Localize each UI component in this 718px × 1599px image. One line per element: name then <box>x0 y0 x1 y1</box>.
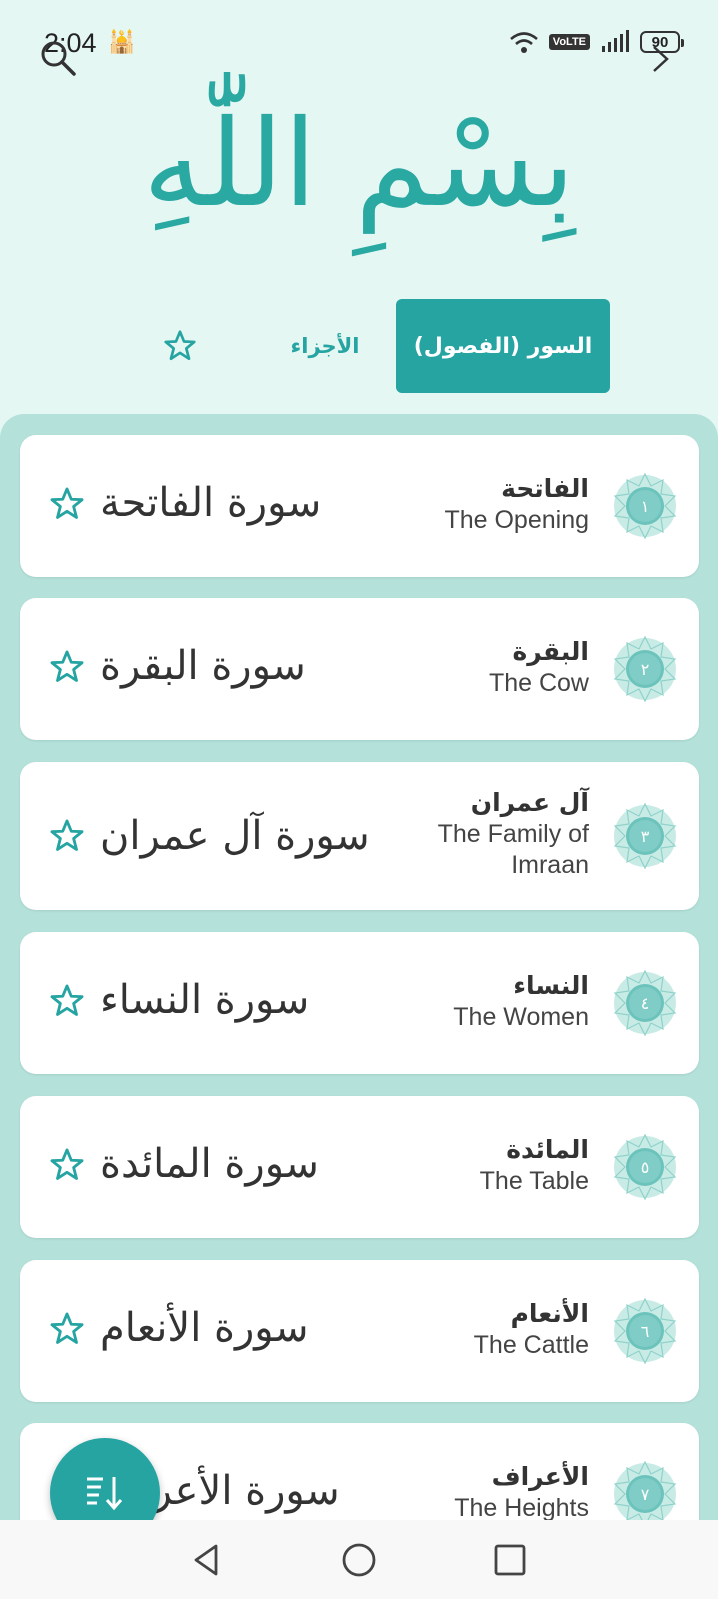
surah-name-arabic: الأعراف <box>491 1462 589 1491</box>
surah-list[interactable]: ١ الفاتحة The Opening سورة الفاتحة ٢ الب… <box>0 414 718 1534</box>
navigation-bar <box>0 1520 718 1599</box>
surah-name-english: The Women <box>453 1003 589 1031</box>
surah-name-english-line2: Imraan <box>511 851 589 879</box>
surah-calligraphy: سورة الأنعام <box>100 1305 309 1351</box>
surah-name-english: The Opening <box>444 506 589 534</box>
surah-number: ٦ <box>640 1321 650 1341</box>
favorite-star-icon[interactable] <box>48 982 86 1020</box>
surah-names: الأنعام The Cattle <box>474 1298 589 1361</box>
favorite-star-icon[interactable] <box>48 817 86 855</box>
surah-name-english: The Cow <box>488 669 589 697</box>
surah-number: ٢ <box>640 659 650 679</box>
surah-calligraphy: سورة المائدة <box>100 1141 319 1187</box>
surah-calligraphy: سورة النساء <box>100 977 310 1023</box>
surah-calligraphy: سورة البقرة <box>100 643 306 689</box>
mosque-icon: 🕌 <box>108 30 136 55</box>
surah-name-english: The Table <box>479 1167 589 1195</box>
surah-name-arabic: البقرة <box>512 637 589 666</box>
surah-calligraphy: سورة الفاتحة <box>100 480 322 526</box>
surah-number: ٥ <box>640 1157 650 1177</box>
surah-number: ٣ <box>640 826 650 846</box>
surah-names: آل عمران The Family of Imraan <box>438 787 589 881</box>
sort-list-icon <box>87 1477 123 1511</box>
surah-names: النساء The Women <box>453 970 589 1033</box>
surah-card[interactable]: ٤ النساء The Women سورة النساء <box>20 932 699 1074</box>
tab-favorites[interactable] <box>150 299 210 393</box>
surah-name-arabic: النساء <box>513 971 589 1000</box>
surah-names: الأعراف The Heights <box>454 1461 589 1524</box>
favorite-star-icon[interactable] <box>48 1146 86 1184</box>
surah-name-english-line1: The Family of <box>437 820 589 848</box>
surah-card[interactable]: ٥ المائدة The Table سورة المائدة <box>20 1096 699 1238</box>
surah-number: ٧ <box>640 1484 650 1504</box>
surah-card[interactable]: ٢ البقرة The Cow سورة البقرة <box>20 598 699 740</box>
wifi-icon <box>509 32 538 53</box>
surah-card[interactable]: ٦ الأنعام The Cattle سورة الأنعام <box>20 1260 699 1402</box>
surah-number: ١ <box>640 496 650 516</box>
surah-names: المائدة The Table <box>480 1134 589 1197</box>
surah-calligraphy: سورة آل عمران <box>100 813 370 859</box>
surah-name-arabic: الفاتحة <box>501 474 589 503</box>
surah-name-english: The Cattle <box>473 1331 589 1359</box>
nav-back-icon[interactable] <box>184 1538 228 1582</box>
surah-name-arabic: الأنعام <box>510 1299 589 1328</box>
tab-surahs[interactable]: السور (الفصول) <box>396 299 610 393</box>
tab-juz[interactable]: الأجزاء <box>270 299 380 393</box>
surah-number: ٤ <box>640 993 650 1013</box>
surah-name-arabic: المائدة <box>506 1135 589 1164</box>
bismillah-calligraphy: بِسْمِ اللّٰهِ <box>142 95 576 234</box>
surah-card[interactable]: ٣ آل عمران The Family of Imraan سورة آل … <box>20 762 699 910</box>
nav-home-icon[interactable] <box>337 1538 381 1582</box>
favorite-star-icon[interactable] <box>48 485 86 523</box>
surah-names: الفاتحة The Opening <box>444 473 589 536</box>
signal-icon <box>602 30 629 52</box>
nav-recents-icon[interactable] <box>488 1538 532 1582</box>
tab-bar: السور (الفصول) الأجزاء <box>0 298 718 394</box>
star-outline-icon <box>162 328 198 364</box>
volte-icon: VoLTE <box>548 34 590 50</box>
favorite-star-icon[interactable] <box>48 1310 86 1348</box>
favorite-star-icon[interactable] <box>48 648 86 686</box>
surah-names: البقرة The Cow <box>489 636 589 699</box>
surah-card[interactable]: ١ الفاتحة The Opening سورة الفاتحة <box>20 435 699 577</box>
surah-name-arabic: آل عمران <box>470 788 589 817</box>
